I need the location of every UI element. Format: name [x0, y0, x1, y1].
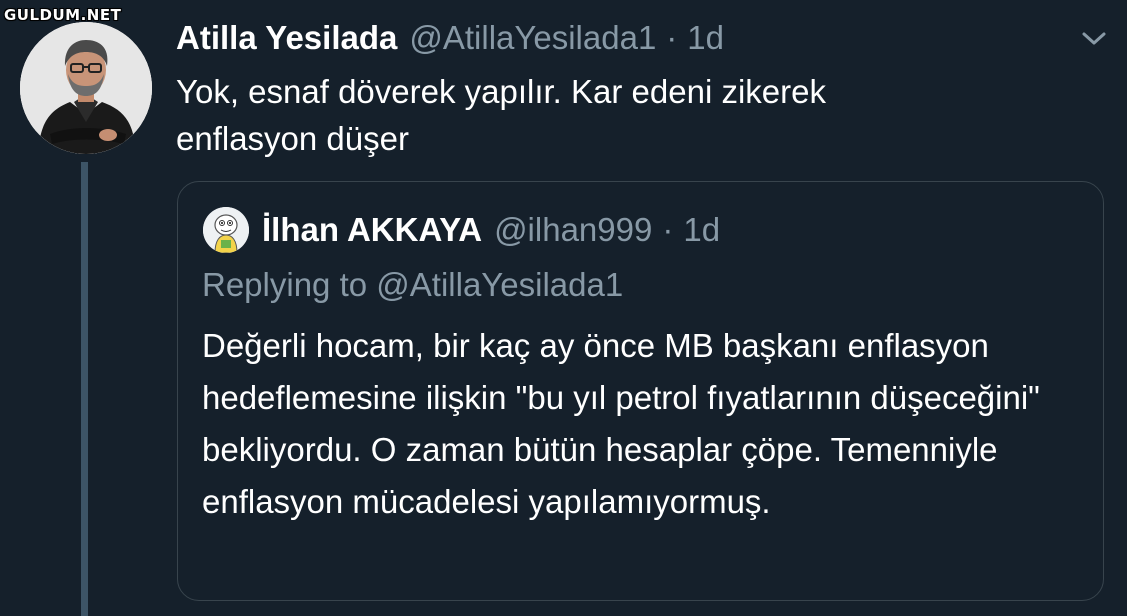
quoted-author-avatar[interactable]	[203, 207, 249, 253]
author-photo-icon	[20, 22, 152, 154]
tweet-text: Yok, esnaf döverek yapılır. Kar edeni zi…	[176, 73, 826, 157]
quoted-tweet-card[interactable]: İlhan AKKAYA @ilhan999 · 1d Replying to …	[177, 181, 1104, 601]
chevron-down-icon[interactable]	[1079, 28, 1109, 50]
quoted-author-handle[interactable]: @ilhan999	[494, 211, 652, 249]
tweet-header: Atilla Yesilada @AtillaYesilada1 · 1d	[176, 16, 724, 60]
quoted-tweet-header: İlhan AKKAYA @ilhan999 · 1d	[262, 208, 720, 252]
quoted-author-name[interactable]: İlhan AKKAYA	[262, 211, 482, 249]
separator-dot: ·	[666, 19, 678, 56]
tweet-page: GULDUM.NET Atilla Yesilada @AtillaYesila…	[0, 0, 1127, 616]
cartoon-avatar-icon	[203, 207, 249, 253]
quoted-tweet-timestamp[interactable]: 1d	[683, 211, 720, 249]
quoted-tweet-text: Değerli hocam, bir kaç ay önce MB başkan…	[202, 327, 1040, 520]
quoted-separator-dot: ·	[662, 211, 674, 248]
tweet-timestamp[interactable]: 1d	[687, 19, 724, 57]
watermark: GULDUM.NET	[4, 6, 122, 24]
thread-line	[81, 162, 88, 616]
author-handle[interactable]: @AtillaYesilada1	[409, 19, 656, 57]
author-avatar[interactable]	[20, 22, 152, 154]
replying-to-label[interactable]: Replying to @AtillaYesilada1	[202, 266, 623, 304]
author-name[interactable]: Atilla Yesilada	[176, 19, 397, 57]
